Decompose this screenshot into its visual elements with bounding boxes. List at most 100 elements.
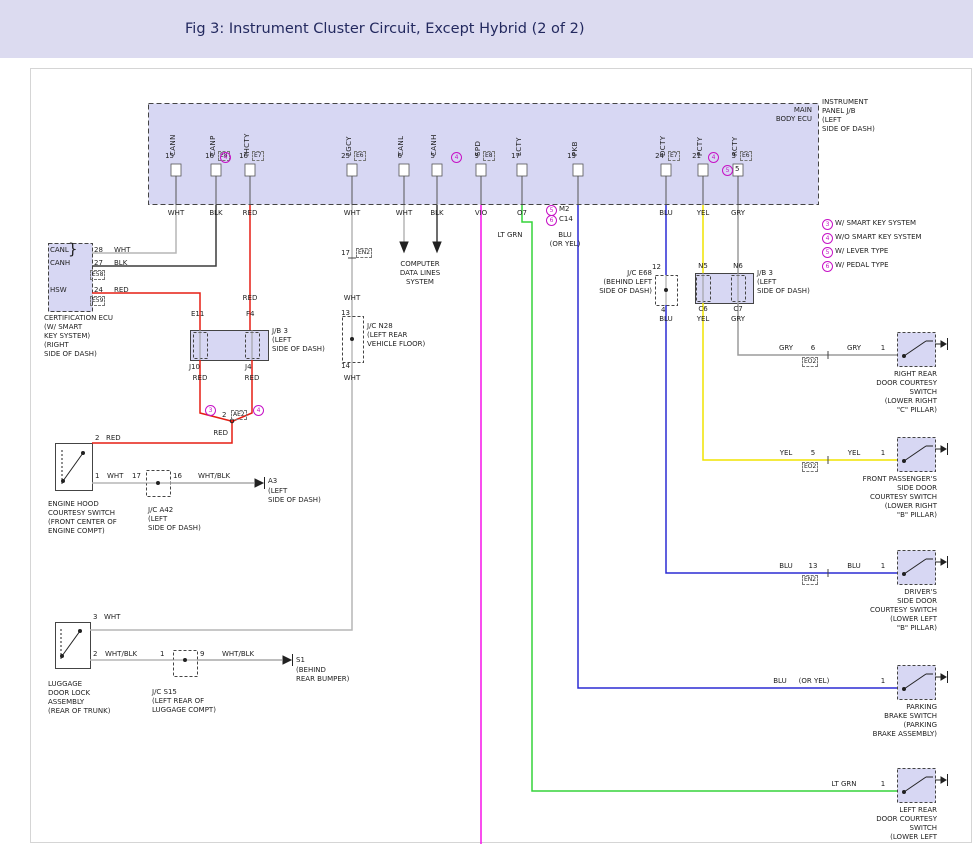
jb3r-pin-n5: N5 [688,262,718,271]
jb3m-pin-f4: F4 [246,310,254,319]
wire-color-label: BLU [651,315,681,324]
ecu-pin-num: 16 [232,152,248,161]
lugg-pin-2: 2 [93,650,97,659]
s1-arrow [283,656,291,664]
switch-caption: PARKING BRAKE SWITCH (PARKING BRAKE ASSE… [845,703,937,739]
a42-pin-left: 17 [132,472,141,481]
s1-terminal: S1 [296,656,305,665]
hood-caption: ENGINE HOOD COURTESY SWITCH (FRONT CENTE… [48,500,128,536]
ecu-pin-num: 15 [158,152,174,161]
connector-code: E6 [740,151,752,161]
legend-circle: 4 [822,233,833,244]
pkb-pedal-conn: C14 [559,215,573,224]
wire-color-label: RED [202,429,228,438]
connector-code: E7 [668,151,680,161]
wire-color-label: WHT [337,374,367,383]
legend-circle: 6 [822,261,833,272]
jb3-right-box [696,274,754,304]
wire-color-label: WHT [104,613,120,622]
variant-circle: 4 [220,152,231,163]
variant-circle: 4 [708,152,719,163]
ecu-pin-num: 3 [720,152,736,161]
variant-circle: 3 [205,405,216,416]
pkb-wire-alt: (OR YEL) [543,240,587,249]
ecu-pin-num: 25 [334,152,350,161]
wire-color-label: VIO [466,209,496,218]
jb3r-pin-n6: N6 [723,262,753,271]
wire-canp-blk [92,205,216,266]
switch-caption: FRONT PASSENGER'S SIDE DOOR COURTESY SWI… [845,475,937,520]
wire-color-label: GRY [840,344,868,353]
wire-color-label: BLU [840,562,868,571]
switch-pin: 1 [876,780,890,789]
cert-caption: CERTIFICATION ECU (W/ SMART KEY SYSTEM) … [44,314,124,359]
s15-label: J/C S15 (LEFT REAR OF LUGGAGE COMPT) [152,688,232,715]
jb3m-pin-e11: E11 [191,310,204,319]
cert-pin-canl: CANL [50,246,69,255]
s1-location: (BEHIND REAR BUMPER) [296,666,349,684]
wire-color-alt: (OR YEL) [792,677,836,686]
wire-color-label: WHT/BLK [222,650,254,659]
connector-code: EN2 [802,575,818,585]
lugg-caption: LUGGAGE DOOR LOCK ASSEMBLY (REAR OF TRUN… [48,680,128,716]
wire-color-label: WHT/BLK [198,472,230,481]
cert-pin-num: 24 [94,286,103,295]
n28-pin-top: 13 [338,309,350,318]
ecu-pin-num: 9 [463,152,479,161]
wire-color-label: WHT [107,472,123,481]
ecu-pin-num: 24 [648,152,664,161]
lcty-wire-color: LT GRN [495,231,525,240]
wire-color-label: WHT [161,209,191,218]
main-body-ecu-label: MAIN BODY ECU [762,106,812,124]
wire-color-label: YEL [772,449,800,458]
connector-code: E58 [90,270,105,280]
cert-wire-color: WHT [114,246,130,255]
figure-page: Fig 3: Instrument Cluster Circuit, Excep… [0,0,973,844]
n28-label: J/C N28 (LEFT REAR VEHICLE FLOOR) [367,322,425,349]
wire-color-label: YEL [688,315,718,324]
cert-wire-color: BLK [114,259,127,268]
wire-color-label: BLK [422,209,452,218]
instrument-panel-jb-label: INSTRUMENT PANEL J/B (LEFT SIDE OF DASH) [822,98,875,134]
a3-terminal: A3 [268,477,277,486]
ecu-pin-num: 5 [735,165,739,174]
connector-code: E59 [90,296,105,306]
connector-code: E6 [354,151,366,161]
jb3m-pin-j4: J4 [245,363,252,372]
switch-pin: 5 [806,449,820,458]
cert-brace: } [68,240,78,258]
a42-pin-right: 16 [173,472,182,481]
wire-color-label: RED [235,294,265,303]
connector-code: AE2 [231,410,247,420]
ae2-pin: 2 [222,411,226,420]
computer-arrow-right [433,242,441,252]
switch-pin: 1 [876,562,890,571]
switch-caption: LEFT REAR DOOR COURTESY SWITCH (LOWER LE… [845,806,937,842]
switch-pin: 1 [876,677,890,686]
wire-color-label: GRY [772,344,800,353]
hood-pin-2: 2 [95,434,99,443]
junction-ticks [348,258,828,577]
wire-color-label: WHT [337,294,367,303]
switch-pin: 6 [806,344,820,353]
cert-pin-num: 28 [94,246,103,255]
cert-pin-canh: CANH [50,259,70,268]
jb3-mid-box [191,331,269,361]
cert-wire-color: RED [114,286,129,295]
wire-color-label: RED [235,209,265,218]
ecu-pin-num: 19 [560,152,576,161]
wire-color-label: GRY [723,209,753,218]
switch-pin: 1 [876,449,890,458]
connector-code: E8 [483,151,495,161]
wire-color-label: RED [237,374,267,383]
legend-circle: 5 [822,247,833,258]
legend-circle: 3 [822,219,833,230]
wire-color-label: RED [106,434,121,443]
wire-color-label: YEL [688,209,718,218]
connector-code: EN2 [356,248,372,258]
legend-text: W/ SMART KEY SYSTEM [835,219,916,228]
wire-color-label: LT GRN [824,780,864,789]
wire-color-label: BLU [766,677,794,686]
variant-circle: 4 [253,405,264,416]
wire-color-label: WHT [337,209,367,218]
